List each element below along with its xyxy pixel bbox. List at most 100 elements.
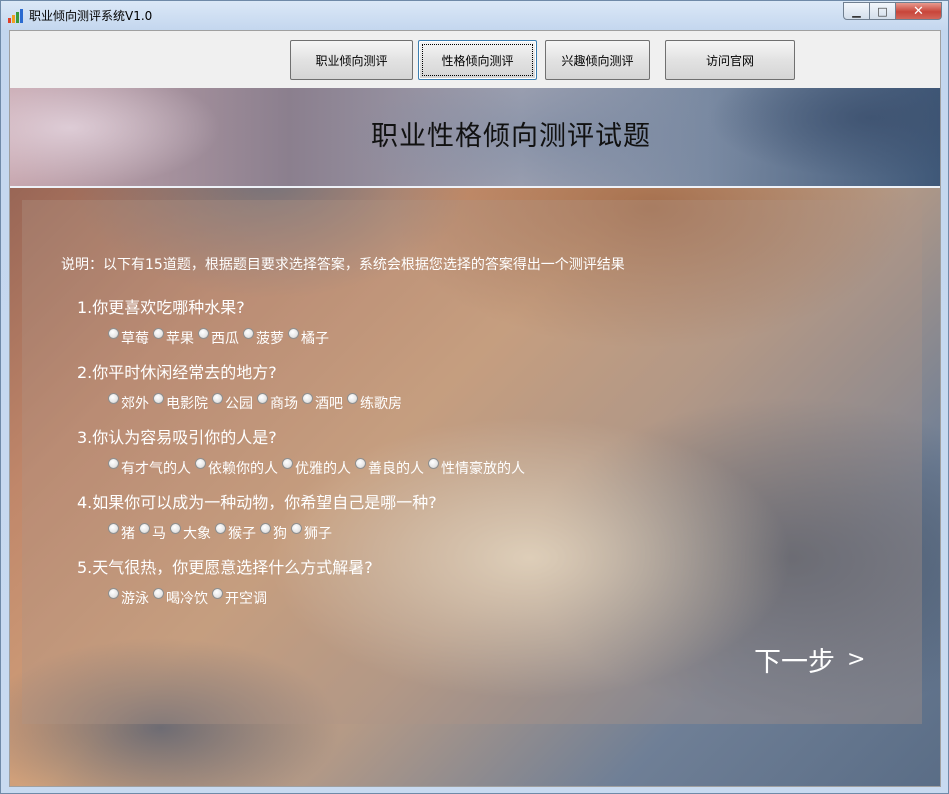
- question-1-options: 草莓 苹果 西瓜 菠萝 橘子: [108, 328, 333, 348]
- radio-button[interactable]: [260, 523, 271, 534]
- option-label: 猴子: [228, 526, 256, 542]
- title-bar[interactable]: 职业倾向测评系统V1.0 ▁ □ ✕: [1, 1, 948, 29]
- radio-button[interactable]: [347, 393, 358, 404]
- toolbar: 职业倾向测评 性格倾向测评 兴趣倾向测评 访问官网: [10, 31, 940, 88]
- option-karaoke[interactable]: 练歌房: [347, 393, 402, 413]
- option-label: 橘子: [301, 331, 329, 347]
- option-cold-drink[interactable]: 喝冷饮: [153, 588, 208, 608]
- option-strawberry[interactable]: 草莓: [108, 328, 149, 348]
- radio-button[interactable]: [153, 328, 164, 339]
- question-5: 5.天气很热，你更愿意选择什么方式解暑?: [77, 558, 373, 577]
- radio-button[interactable]: [215, 523, 226, 534]
- question-2-options: 郊外 电影院 公园 商场 酒吧 练歌房: [108, 393, 406, 413]
- visit-website-button[interactable]: 访问官网: [665, 40, 795, 80]
- radio-button[interactable]: [108, 523, 119, 534]
- option-pig[interactable]: 猪: [108, 523, 135, 543]
- option-dog[interactable]: 狗: [260, 523, 287, 543]
- option-lion[interactable]: 狮子: [291, 523, 332, 543]
- question-3: 3.你认为容易吸引你的人是?: [77, 428, 277, 447]
- question-1: 1.你更喜欢吃哪种水果?: [77, 298, 245, 317]
- option-bold[interactable]: 性情豪放的人: [428, 458, 525, 478]
- radio-button[interactable]: [282, 458, 293, 469]
- quiz-panel: 说明：以下有15道题，根据题目要求选择答案，系统会根据您选择的答案得出一个测评结…: [22, 200, 922, 724]
- radio-button[interactable]: [212, 588, 223, 599]
- personality-test-label: 性格倾向测评: [441, 53, 514, 68]
- option-label: 狮子: [304, 526, 332, 542]
- option-orange[interactable]: 橘子: [288, 328, 329, 348]
- option-pineapple[interactable]: 菠萝: [243, 328, 284, 348]
- maximize-button[interactable]: □: [870, 2, 896, 20]
- option-label: 性情豪放的人: [441, 461, 525, 477]
- minimize-icon: ▁: [852, 4, 861, 18]
- radio-button[interactable]: [108, 588, 119, 599]
- option-suburbs[interactable]: 郊外: [108, 393, 149, 413]
- option-label: 郊外: [121, 396, 149, 412]
- next-step-label: 下一步: [754, 647, 835, 678]
- interest-test-button[interactable]: 兴趣倾向测评: [545, 40, 650, 80]
- chevron-right-icon: >: [847, 647, 866, 672]
- window-title: 职业倾向测评系统V1.0: [29, 9, 153, 23]
- option-swimming[interactable]: 游泳: [108, 588, 149, 608]
- radio-button[interactable]: [108, 328, 119, 339]
- radio-button[interactable]: [302, 393, 313, 404]
- question-4: 4.如果你可以成为一种动物，你希望自己是哪一种?: [77, 493, 437, 512]
- option-park[interactable]: 公园: [212, 393, 253, 413]
- question-3-options: 有才气的人 依赖你的人 优雅的人 善良的人 性情豪放的人: [108, 458, 529, 478]
- radio-button[interactable]: [108, 458, 119, 469]
- option-label: 开空调: [225, 591, 267, 607]
- option-cinema[interactable]: 电影院: [153, 393, 208, 413]
- question-5-options: 游泳 喝冷饮 开空调: [108, 588, 271, 608]
- radio-button[interactable]: [288, 328, 299, 339]
- option-label: 优雅的人: [295, 461, 351, 477]
- radio-button[interactable]: [355, 458, 366, 469]
- minimize-button[interactable]: ▁: [843, 2, 870, 20]
- career-test-button[interactable]: 职业倾向测评: [290, 40, 413, 80]
- radio-button[interactable]: [108, 393, 119, 404]
- radio-button[interactable]: [428, 458, 439, 469]
- option-bar[interactable]: 酒吧: [302, 393, 343, 413]
- option-mall[interactable]: 商场: [257, 393, 298, 413]
- option-label: 依赖你的人: [208, 461, 278, 477]
- option-air-conditioning[interactable]: 开空调: [212, 588, 267, 608]
- option-label: 练歌房: [360, 396, 402, 412]
- next-step-button[interactable]: 下一步 >: [754, 640, 865, 679]
- radio-button[interactable]: [198, 328, 209, 339]
- close-icon: ✕: [913, 3, 924, 19]
- radio-button[interactable]: [139, 523, 150, 534]
- option-label: 电影院: [166, 396, 208, 412]
- option-elegant[interactable]: 优雅的人: [282, 458, 351, 478]
- radio-button[interactable]: [153, 588, 164, 599]
- header-divider: [10, 186, 940, 188]
- bar-chart-icon: [8, 9, 24, 23]
- radio-button[interactable]: [243, 328, 254, 339]
- option-label: 狗: [273, 526, 287, 542]
- option-dependent[interactable]: 依赖你的人: [195, 458, 278, 478]
- question-2: 2.你平时休闲经常去的地方?: [77, 363, 277, 382]
- personality-test-button[interactable]: 性格倾向测评: [418, 40, 537, 80]
- option-apple[interactable]: 苹果: [153, 328, 194, 348]
- career-test-label: 职业倾向测评: [315, 53, 388, 68]
- radio-button[interactable]: [153, 393, 164, 404]
- option-elephant[interactable]: 大象: [170, 523, 211, 543]
- option-watermelon[interactable]: 西瓜: [198, 328, 239, 348]
- radio-button[interactable]: [291, 523, 302, 534]
- radio-button[interactable]: [212, 393, 223, 404]
- option-label: 商场: [270, 396, 298, 412]
- radio-button[interactable]: [170, 523, 181, 534]
- option-label: 公园: [225, 396, 253, 412]
- radio-button[interactable]: [257, 393, 268, 404]
- option-horse[interactable]: 马: [139, 523, 166, 543]
- option-kind[interactable]: 善良的人: [355, 458, 424, 478]
- option-label: 菠萝: [256, 331, 284, 347]
- maximize-icon: □: [877, 4, 888, 18]
- radio-button[interactable]: [195, 458, 206, 469]
- option-talented[interactable]: 有才气的人: [108, 458, 191, 478]
- option-monkey[interactable]: 猴子: [215, 523, 256, 543]
- app-window: 职业倾向测评系统V1.0 ▁ □ ✕ 职业倾向测评 性格倾向测评 兴趣倾向测评: [0, 0, 949, 794]
- quiz-page: 职业性格倾向测评试题 说明：以下有15道题，根据题目要求选择答案，系统会根据您选…: [10, 88, 940, 786]
- page-title: 职业性格倾向测评试题: [371, 121, 651, 152]
- option-label: 猪: [121, 526, 135, 542]
- option-label: 喝冷饮: [166, 591, 208, 607]
- close-button[interactable]: ✕: [896, 2, 942, 20]
- option-label: 草莓: [121, 331, 149, 347]
